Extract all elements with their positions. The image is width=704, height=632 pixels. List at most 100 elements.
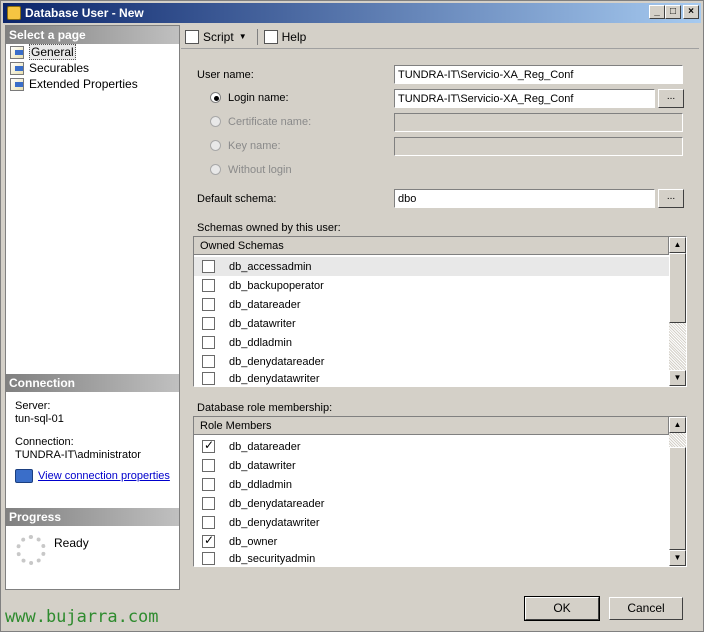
scroll-down-icon[interactable]: ▼ <box>669 370 686 386</box>
connection-value: TUNDRA-IT\administrator <box>15 449 141 461</box>
select-page-header: Select a page <box>6 26 179 44</box>
schema-name: db_datareader <box>229 298 301 311</box>
role-membership-label: Database role membership: <box>197 402 333 414</box>
list-item[interactable]: db_datareader <box>194 437 669 456</box>
progress-status: Ready <box>54 536 89 550</box>
properties-icon <box>15 469 33 483</box>
view-connection-link[interactable]: View connection properties <box>38 470 170 482</box>
script-icon <box>185 29 199 44</box>
maximize-button[interactable]: □ <box>665 5 681 19</box>
roles-scrollbar[interactable]: ▲ ▼ <box>669 417 686 566</box>
schema-name: db_denydatareader <box>229 355 325 368</box>
help-button[interactable]: Help <box>263 29 307 44</box>
page-label-extended-properties: Extended Properties <box>29 77 138 91</box>
page-label-general: General <box>29 44 76 60</box>
owned-schemas-column-header[interactable]: Owned Schemas <box>194 237 669 255</box>
schema-checkbox[interactable] <box>202 372 215 385</box>
page-label-securables: Securables <box>29 61 90 75</box>
close-button[interactable]: × <box>683 5 699 19</box>
page-item-general[interactable]: General <box>10 44 76 60</box>
role-members-column-header[interactable]: Role Members <box>194 417 669 435</box>
page-item-securables[interactable]: Securables <box>10 60 89 76</box>
page-icon <box>10 61 24 75</box>
scroll-thumb[interactable] <box>669 253 686 323</box>
default-schema-label: Default schema: <box>197 193 277 205</box>
list-item[interactable]: db_denydatawriter <box>194 371 669 386</box>
role-name: db_ddladmin <box>229 478 292 491</box>
list-item[interactable]: db_datawriter <box>194 314 669 333</box>
without-login-radio[interactable] <box>210 164 221 175</box>
right-pane: Script ▼ Help User name: Login name: ...… <box>181 25 699 590</box>
login-name-field[interactable] <box>394 89 655 108</box>
scroll-up-icon[interactable]: ▲ <box>669 417 686 433</box>
script-label: Script <box>203 29 234 44</box>
window-title: Database User - New <box>25 6 144 20</box>
schema-checkbox[interactable] <box>202 336 215 349</box>
key-name-field[interactable] <box>394 137 683 156</box>
scroll-up-icon[interactable]: ▲ <box>669 237 686 253</box>
page-item-extended-properties[interactable]: Extended Properties <box>10 76 138 92</box>
list-item[interactable]: db_backupoperator <box>194 276 669 295</box>
list-item[interactable]: db_securityadmin <box>194 551 669 566</box>
user-name-field[interactable] <box>394 65 683 84</box>
schema-checkbox[interactable] <box>202 260 215 273</box>
list-item[interactable]: db_datareader <box>194 295 669 314</box>
owned-schemas-list[interactable]: Owned Schemas db_accessadmin db_backupop… <box>193 236 687 387</box>
user-name-label: User name: <box>197 69 254 81</box>
list-item[interactable]: db_ddladmin <box>194 333 669 352</box>
database-icon <box>7 6 21 20</box>
list-item[interactable]: db_denydatawriter <box>194 513 669 532</box>
view-connection-properties[interactable]: View connection properties <box>15 469 170 483</box>
certificate-name-field[interactable] <box>394 113 683 132</box>
list-item[interactable]: db_denydatareader <box>194 494 669 513</box>
key-name-label: Key name: <box>228 140 281 152</box>
schema-checkbox[interactable] <box>202 317 215 330</box>
progress-header: Progress <box>6 508 179 526</box>
cancel-button[interactable]: Cancel <box>609 597 683 620</box>
certificate-name-label: Certificate name: <box>228 116 312 128</box>
title-bar[interactable]: Database User - New _ □ × <box>3 3 701 23</box>
chevron-down-icon[interactable]: ▼ <box>239 32 247 41</box>
default-schema-field[interactable] <box>394 189 655 208</box>
role-name: db_datawriter <box>229 459 296 472</box>
role-checkbox[interactable] <box>202 516 215 529</box>
login-name-radio[interactable] <box>210 92 221 103</box>
key-name-radio[interactable] <box>210 140 221 151</box>
toolbar: Script ▼ Help <box>181 25 699 49</box>
role-checkbox[interactable] <box>202 533 215 548</box>
list-item[interactable]: db_accessadmin <box>194 257 669 276</box>
connection-header: Connection <box>6 374 179 392</box>
schema-checkbox[interactable] <box>202 279 215 292</box>
server-label: Server: <box>15 400 51 412</box>
list-item[interactable]: db_owner <box>194 532 669 551</box>
role-members-list[interactable]: Role Members db_datareader db_datawriter… <box>193 416 687 567</box>
general-page-form: User name: Login name: ... Certificate n… <box>181 50 699 590</box>
schema-checkbox[interactable] <box>202 298 215 311</box>
role-name: db_owner <box>229 535 278 548</box>
role-name: db_securityadmin <box>229 552 316 565</box>
schema-name: db_denydatawriter <box>229 372 320 385</box>
role-checkbox[interactable] <box>202 497 215 510</box>
role-checkbox[interactable] <box>202 478 215 491</box>
scroll-thumb[interactable] <box>669 447 686 550</box>
list-item[interactable]: db_denydatareader <box>194 352 669 371</box>
role-checkbox[interactable] <box>202 552 215 565</box>
role-checkbox[interactable] <box>202 459 215 472</box>
role-checkbox[interactable] <box>202 438 215 453</box>
minimize-button[interactable]: _ <box>649 5 665 19</box>
certificate-name-radio[interactable] <box>210 116 221 127</box>
schemas-scrollbar[interactable]: ▲ ▼ <box>669 237 686 386</box>
help-label: Help <box>281 29 307 44</box>
schema-checkbox[interactable] <box>202 355 215 368</box>
role-name: db_denydatareader <box>229 497 325 510</box>
list-item[interactable]: db_ddladmin <box>194 475 669 494</box>
role-name: db_denydatawriter <box>229 516 320 529</box>
without-login-label: Without login <box>228 164 292 176</box>
ok-button[interactable]: OK <box>524 596 600 621</box>
left-pane: Select a page General Securables Extende… <box>5 25 180 590</box>
login-browse-button[interactable]: ... <box>658 89 684 108</box>
scroll-down-icon[interactable]: ▼ <box>669 550 686 566</box>
script-button[interactable]: Script ▼ <box>185 29 247 44</box>
schema-browse-button[interactable]: ... <box>658 189 684 208</box>
list-item[interactable]: db_datawriter <box>194 456 669 475</box>
